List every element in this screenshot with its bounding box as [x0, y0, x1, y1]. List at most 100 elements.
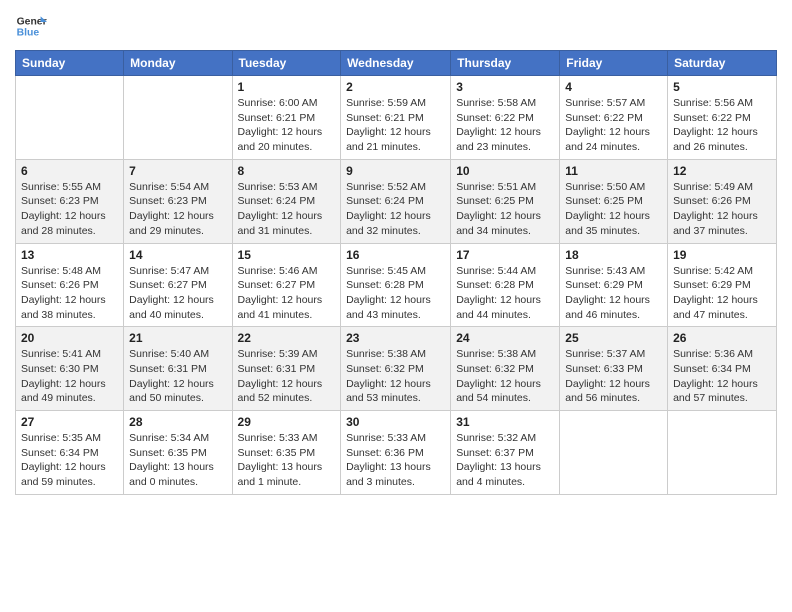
day-number: 11: [565, 164, 662, 178]
logo-icon: General Blue: [15, 10, 47, 42]
day-header-friday: Friday: [560, 51, 668, 76]
day-header-wednesday: Wednesday: [341, 51, 451, 76]
calendar-cell: [560, 411, 668, 495]
day-number: 1: [238, 80, 336, 94]
calendar-cell: 28Sunrise: 5:34 AMSunset: 6:35 PMDayligh…: [124, 411, 232, 495]
calendar-cell: [668, 411, 777, 495]
day-info: Sunrise: 5:43 AMSunset: 6:29 PMDaylight:…: [565, 264, 662, 323]
calendar-cell: 31Sunrise: 5:32 AMSunset: 6:37 PMDayligh…: [451, 411, 560, 495]
day-info: Sunrise: 5:38 AMSunset: 6:32 PMDaylight:…: [346, 347, 445, 406]
calendar-cell: [16, 76, 124, 160]
day-info: Sunrise: 5:46 AMSunset: 6:27 PMDaylight:…: [238, 264, 336, 323]
calendar-cell: 16 Sunrise: 5:45 AMSunset: 6:28 PMDayligh…: [341, 243, 451, 327]
day-info: Sunrise: 5:42 AMSunset: 6:29 PMDaylight:…: [673, 264, 771, 323]
day-info: Sunrise: 6:00 AMSunset: 6:21 PMDaylight:…: [238, 96, 336, 155]
day-info: Sunrise: 5:49 AMSunset: 6:26 PMDaylight:…: [673, 180, 771, 239]
day-number: 15: [238, 248, 336, 262]
day-info: Sunrise: 5:53 AMSunset: 6:24 PMDaylight:…: [238, 180, 336, 239]
logo: General Blue: [15, 10, 47, 42]
calendar-cell: 29 Sunrise: 5:33 AMSunset: 6:35 PMDayligh…: [232, 411, 341, 495]
day-number: 21: [129, 331, 226, 345]
calendar-cell: 6Sunrise: 5:55 AMSunset: 6:23 PMDaylight…: [16, 159, 124, 243]
header-row: SundayMondayTuesdayWednesdayThursdayFrid…: [16, 51, 777, 76]
day-info: Sunrise: 5:44 AMSunset: 6:28 PMDaylight:…: [456, 264, 554, 323]
calendar-cell: 3 Sunrise: 5:58 AMSunset: 6:22 PMDaylight…: [451, 76, 560, 160]
calendar-cell: 23 Sunrise: 5:38 AMSunset: 6:32 PMDayligh…: [341, 327, 451, 411]
week-row-4: 20 Sunrise: 5:41 AMSunset: 6:30 PMDayligh…: [16, 327, 777, 411]
day-number: 29: [238, 415, 336, 429]
calendar-cell: 20 Sunrise: 5:41 AMSunset: 6:30 PMDayligh…: [16, 327, 124, 411]
day-number: 9: [346, 164, 445, 178]
day-info: Sunrise: 5:45 AMSunset: 6:28 PMDaylight:…: [346, 264, 445, 323]
day-info: Sunrise: 5:50 AMSunset: 6:25 PMDaylight:…: [565, 180, 662, 239]
day-header-sunday: Sunday: [16, 51, 124, 76]
day-info: Sunrise: 5:38 AMSunset: 6:32 PMDaylight:…: [456, 347, 554, 406]
week-row-3: 13 Sunrise: 5:48 AMSunset: 6:26 PMDayligh…: [16, 243, 777, 327]
day-number: 14: [129, 248, 226, 262]
calendar-cell: 14Sunrise: 5:47 AMSunset: 6:27 PMDayligh…: [124, 243, 232, 327]
day-info: Sunrise: 5:33 AMSunset: 6:35 PMDaylight:…: [238, 431, 336, 490]
day-number: 19: [673, 248, 771, 262]
day-number: 13: [21, 248, 118, 262]
day-number: 12: [673, 164, 771, 178]
calendar-cell: 5 Sunrise: 5:56 AMSunset: 6:22 PMDaylight…: [668, 76, 777, 160]
calendar-cell: 17 Sunrise: 5:44 AMSunset: 6:28 PMDayligh…: [451, 243, 560, 327]
day-info: Sunrise: 5:56 AMSunset: 6:22 PMDaylight:…: [673, 96, 771, 155]
week-row-2: 6Sunrise: 5:55 AMSunset: 6:23 PMDaylight…: [16, 159, 777, 243]
day-number: 4: [565, 80, 662, 94]
day-info: Sunrise: 5:37 AMSunset: 6:33 PMDaylight:…: [565, 347, 662, 406]
calendar-cell: 30Sunrise: 5:33 AMSunset: 6:36 PMDayligh…: [341, 411, 451, 495]
calendar-cell: 10Sunrise: 5:51 AMSunset: 6:25 PMDayligh…: [451, 159, 560, 243]
calendar-cell: 13 Sunrise: 5:48 AMSunset: 6:26 PMDayligh…: [16, 243, 124, 327]
day-header-thursday: Thursday: [451, 51, 560, 76]
day-number: 7: [129, 164, 226, 178]
day-info: Sunrise: 5:35 AMSunset: 6:34 PMDaylight:…: [21, 431, 118, 490]
calendar-cell: 19 Sunrise: 5:42 AMSunset: 6:29 PMDayligh…: [668, 243, 777, 327]
day-number: 23: [346, 331, 445, 345]
day-number: 27: [21, 415, 118, 429]
day-info: Sunrise: 5:51 AMSunset: 6:25 PMDaylight:…: [456, 180, 554, 239]
day-number: 17: [456, 248, 554, 262]
day-number: 26: [673, 331, 771, 345]
header: General Blue: [15, 10, 777, 42]
calendar-table: SundayMondayTuesdayWednesdayThursdayFrid…: [15, 50, 777, 495]
calendar-cell: 26 Sunrise: 5:36 AMSunset: 6:34 PMDayligh…: [668, 327, 777, 411]
day-info: Sunrise: 5:33 AMSunset: 6:36 PMDaylight:…: [346, 431, 445, 490]
day-header-monday: Monday: [124, 51, 232, 76]
calendar-cell: 4 Sunrise: 5:57 AMSunset: 6:22 PMDaylight…: [560, 76, 668, 160]
day-info: Sunrise: 5:39 AMSunset: 6:31 PMDaylight:…: [238, 347, 336, 406]
calendar-cell: 11 Sunrise: 5:50 AMSunset: 6:25 PMDayligh…: [560, 159, 668, 243]
calendar-cell: 25Sunrise: 5:37 AMSunset: 6:33 PMDayligh…: [560, 327, 668, 411]
day-info: Sunrise: 5:52 AMSunset: 6:24 PMDaylight:…: [346, 180, 445, 239]
day-info: Sunrise: 5:41 AMSunset: 6:30 PMDaylight:…: [21, 347, 118, 406]
day-info: Sunrise: 5:55 AMSunset: 6:23 PMDaylight:…: [21, 180, 118, 239]
day-number: 18: [565, 248, 662, 262]
day-number: 16: [346, 248, 445, 262]
day-info: Sunrise: 5:57 AMSunset: 6:22 PMDaylight:…: [565, 96, 662, 155]
calendar-cell: 27 Sunrise: 5:35 AMSunset: 6:34 PMDayligh…: [16, 411, 124, 495]
day-number: 24: [456, 331, 554, 345]
day-info: Sunrise: 5:54 AMSunset: 6:23 PMDaylight:…: [129, 180, 226, 239]
day-info: Sunrise: 5:59 AMSunset: 6:21 PMDaylight:…: [346, 96, 445, 155]
calendar-cell: 24 Sunrise: 5:38 AMSunset: 6:32 PMDayligh…: [451, 327, 560, 411]
calendar-cell: 22 Sunrise: 5:39 AMSunset: 6:31 PMDayligh…: [232, 327, 341, 411]
week-row-1: 1 Sunrise: 6:00 AMSunset: 6:21 PMDaylight…: [16, 76, 777, 160]
calendar-cell: 12 Sunrise: 5:49 AMSunset: 6:26 PMDayligh…: [668, 159, 777, 243]
day-number: 20: [21, 331, 118, 345]
day-number: 28: [129, 415, 226, 429]
day-number: 5: [673, 80, 771, 94]
week-row-5: 27 Sunrise: 5:35 AMSunset: 6:34 PMDayligh…: [16, 411, 777, 495]
day-number: 22: [238, 331, 336, 345]
calendar-cell: 1 Sunrise: 6:00 AMSunset: 6:21 PMDaylight…: [232, 76, 341, 160]
day-number: 31: [456, 415, 554, 429]
day-info: Sunrise: 5:48 AMSunset: 6:26 PMDaylight:…: [21, 264, 118, 323]
day-info: Sunrise: 5:36 AMSunset: 6:34 PMDaylight:…: [673, 347, 771, 406]
day-info: Sunrise: 5:40 AMSunset: 6:31 PMDaylight:…: [129, 347, 226, 406]
calendar-cell: 15 Sunrise: 5:46 AMSunset: 6:27 PMDayligh…: [232, 243, 341, 327]
day-number: 3: [456, 80, 554, 94]
svg-text:Blue: Blue: [17, 28, 40, 39]
calendar-cell: 8Sunrise: 5:53 AMSunset: 6:24 PMDaylight…: [232, 159, 341, 243]
day-info: Sunrise: 5:58 AMSunset: 6:22 PMDaylight:…: [456, 96, 554, 155]
calendar-cell: 2Sunrise: 5:59 AMSunset: 6:21 PMDaylight…: [341, 76, 451, 160]
day-header-saturday: Saturday: [668, 51, 777, 76]
